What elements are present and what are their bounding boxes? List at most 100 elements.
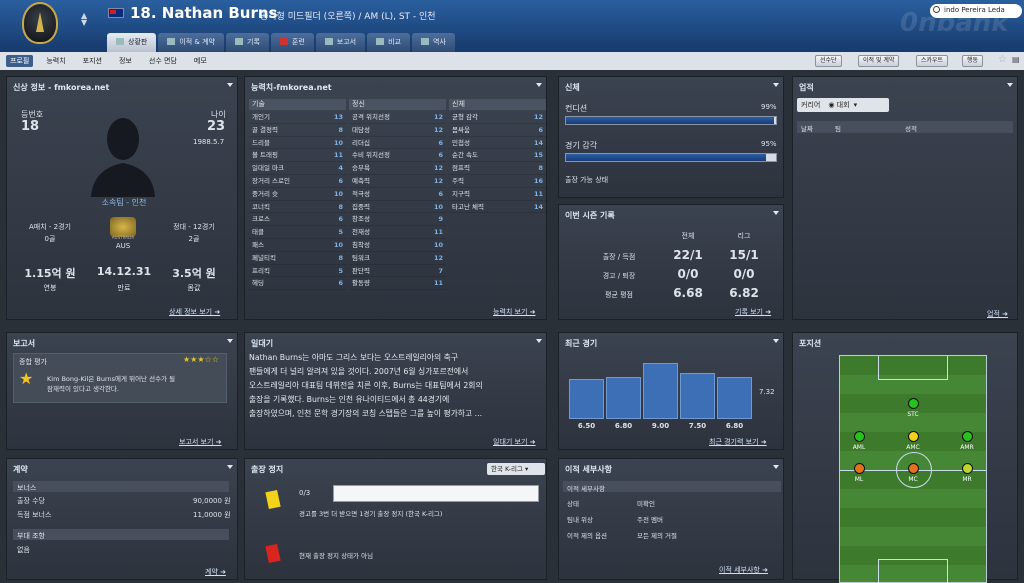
attribute-row: 적극성 6 bbox=[349, 188, 446, 201]
attribute-value: 6 bbox=[438, 138, 443, 147]
panel-menu-icon[interactable] bbox=[536, 83, 542, 87]
achievements-link[interactable]: 업적 ➜ bbox=[987, 309, 1008, 319]
panel-menu-icon[interactable] bbox=[227, 339, 233, 343]
report-text-1: Kim Bong-Kil은 Burns에게 뛰어난 선수가 될 bbox=[47, 375, 176, 383]
action-button[interactable]: 행동 bbox=[962, 55, 984, 67]
tab-training[interactable]: 훈련 bbox=[270, 33, 314, 52]
col-league: 리그 bbox=[737, 232, 751, 240]
clause-header: 부대 조항 bbox=[17, 532, 45, 540]
squad-button[interactable]: 선수단 bbox=[815, 55, 842, 67]
attribute-row: 볼 트래핑 11 bbox=[249, 149, 346, 163]
mental-header: 정신 bbox=[349, 99, 446, 110]
attribute-value: 8 bbox=[538, 164, 543, 173]
panel-menu-icon[interactable] bbox=[773, 465, 779, 469]
condition-label: 컨디션 bbox=[565, 104, 588, 113]
panel-title: 보고서 bbox=[13, 339, 36, 348]
recent-form-link[interactable]: 최근 경기력 보기 ➜ bbox=[709, 437, 767, 447]
squad-number: 18 bbox=[21, 119, 40, 134]
tab-reports[interactable]: 보고서 bbox=[315, 33, 366, 52]
attribute-name: 프리킥 bbox=[252, 266, 270, 275]
panel-menu-icon[interactable] bbox=[773, 211, 779, 215]
attribute-value: 14 bbox=[533, 138, 543, 147]
nationality: AUS bbox=[115, 242, 131, 250]
transfer-details-link[interactable]: 이적 세부사항 ➜ bbox=[719, 565, 768, 575]
attribute-name: 개인기 bbox=[252, 113, 270, 121]
attribute-row: 페널티킥 8 bbox=[249, 252, 346, 265]
position-label: AMR bbox=[960, 444, 974, 451]
attribute-row: 침착성 10 bbox=[349, 239, 446, 252]
rating-stars-icon: ★★★☆☆ bbox=[183, 355, 219, 364]
apps-league: 15/1 bbox=[729, 248, 759, 262]
biography-link[interactable]: 일대기 보기 ➜ bbox=[493, 437, 536, 447]
attribute-name: 집중력 bbox=[352, 202, 370, 211]
subtab-attributes[interactable]: 능력치 bbox=[42, 55, 69, 67]
attribute-row: 대담성 12 bbox=[349, 124, 446, 137]
attribute-name: 드리블 bbox=[252, 138, 270, 147]
report-text-2: 잠재력이 있다고 생각한다. bbox=[47, 385, 119, 393]
tab-overview[interactable]: 상황판 bbox=[107, 33, 157, 52]
career-filter[interactable]: 커리어 ◉ 대회 ▾ bbox=[797, 98, 889, 112]
panel-title: 최근 경기 bbox=[565, 339, 598, 348]
col-team: 팀 bbox=[835, 125, 841, 133]
stats-link[interactable]: 기록 보기 ➜ bbox=[735, 307, 771, 317]
scout-button[interactable]: 스카우트 bbox=[916, 55, 949, 67]
tab-compare[interactable]: 비교 bbox=[367, 33, 410, 52]
attribute-name: 패스 bbox=[252, 240, 264, 249]
subtab-notes[interactable]: 메모 bbox=[190, 55, 211, 67]
attribute-name: 예측력 bbox=[352, 176, 370, 185]
more-details-link[interactable]: 상세 정보 보기 ➜ bbox=[169, 307, 220, 317]
attribute-name: 페널티킥 bbox=[252, 253, 276, 262]
attribute-row: 천재성 11 bbox=[349, 226, 446, 239]
subtab-interview[interactable]: 선수 면담 bbox=[145, 55, 181, 67]
squad-status-value: 주전 멤버 bbox=[637, 516, 663, 524]
attribute-name: 대담성 bbox=[352, 125, 370, 134]
club-label: 소속팀 - 인천 bbox=[101, 198, 147, 207]
panel-menu-icon[interactable] bbox=[227, 83, 233, 87]
panel-menu-icon[interactable] bbox=[773, 339, 779, 343]
transfer-subheader: 이적 세부사항 bbox=[567, 485, 605, 493]
subtab-info[interactable]: 정보 bbox=[115, 55, 136, 67]
menu-icon[interactable]: ▤ bbox=[1012, 55, 1020, 64]
tab-stats[interactable]: 기록 bbox=[226, 33, 269, 52]
chart-tick-label: 7.50 bbox=[688, 422, 707, 430]
star-icon[interactable]: ☆ bbox=[998, 54, 1007, 65]
condition-value: 99% bbox=[761, 103, 777, 111]
competition-dropdown[interactable]: 한국 K-리그 ▾ bbox=[487, 463, 545, 475]
biography-text: Nathan Burns는 아마도 그리스 보다는 오스트레일리아의 축구 팬들에… bbox=[249, 353, 483, 418]
attribute-name: 창조성 bbox=[352, 215, 370, 224]
reports-link[interactable]: 보고서 보기 ➜ bbox=[179, 437, 222, 447]
panel-title: 계약 bbox=[13, 465, 28, 474]
panel-menu-icon[interactable] bbox=[227, 465, 233, 469]
panel-menu-icon[interactable] bbox=[536, 339, 542, 343]
chevron-down-icon: ▾ bbox=[853, 101, 858, 109]
attributes-link[interactable]: 능력치 보기 ➜ bbox=[493, 307, 536, 317]
attribute-value: 6 bbox=[338, 215, 343, 224]
attribute-value: 6 bbox=[438, 189, 443, 198]
transfer-panel: 이적 세부사항 이적 세부사항 상태 미확인 팀내 위상 주전 멤버 이적 제의… bbox=[558, 458, 784, 580]
panel-title: 일대기 bbox=[251, 339, 274, 348]
attribute-row: 몸싸움 6 bbox=[449, 124, 546, 137]
transfer-contract-button[interactable]: 이적 및 계약 bbox=[858, 55, 900, 67]
attribute-value: 12 bbox=[433, 253, 443, 262]
search-input[interactable]: indo Pereira Leda bbox=[930, 4, 1022, 18]
subtab-positions[interactable]: 포지션 bbox=[79, 55, 106, 67]
attribute-name: 공격 위치선정 bbox=[352, 113, 390, 121]
position-label: AMC bbox=[906, 444, 920, 451]
col-date: 날짜 bbox=[801, 125, 813, 133]
wage-label: 연봉 bbox=[43, 284, 57, 292]
tab-transfer[interactable]: 이적 & 계약 bbox=[158, 33, 224, 52]
technical-column: 기술 개인기 13 골 결정력 8 드리블 10 볼 트래핑 11 일대일 마크 4 장거리 스로인… bbox=[249, 99, 346, 291]
attribute-name: 중거리 슛 bbox=[252, 189, 278, 198]
panel-menu-icon[interactable] bbox=[1007, 83, 1013, 87]
chart-bar bbox=[643, 363, 678, 419]
panel-menu-icon[interactable] bbox=[773, 83, 779, 87]
attribute-value: 12 bbox=[433, 176, 443, 185]
attribute-value: 6 bbox=[438, 151, 443, 160]
tab-history[interactable]: 역사 bbox=[412, 33, 455, 52]
player-nav-arrows[interactable]: ▲ ▼ bbox=[81, 12, 87, 27]
subtab-profile[interactable]: 프로필 bbox=[6, 55, 34, 67]
contract-link[interactable]: 계약 ➜ bbox=[205, 567, 226, 577]
attribute-row: 집중력 10 bbox=[349, 201, 446, 214]
attribute-row: 승부욕 12 bbox=[349, 162, 446, 175]
eye-icon: ◉ bbox=[828, 101, 837, 109]
